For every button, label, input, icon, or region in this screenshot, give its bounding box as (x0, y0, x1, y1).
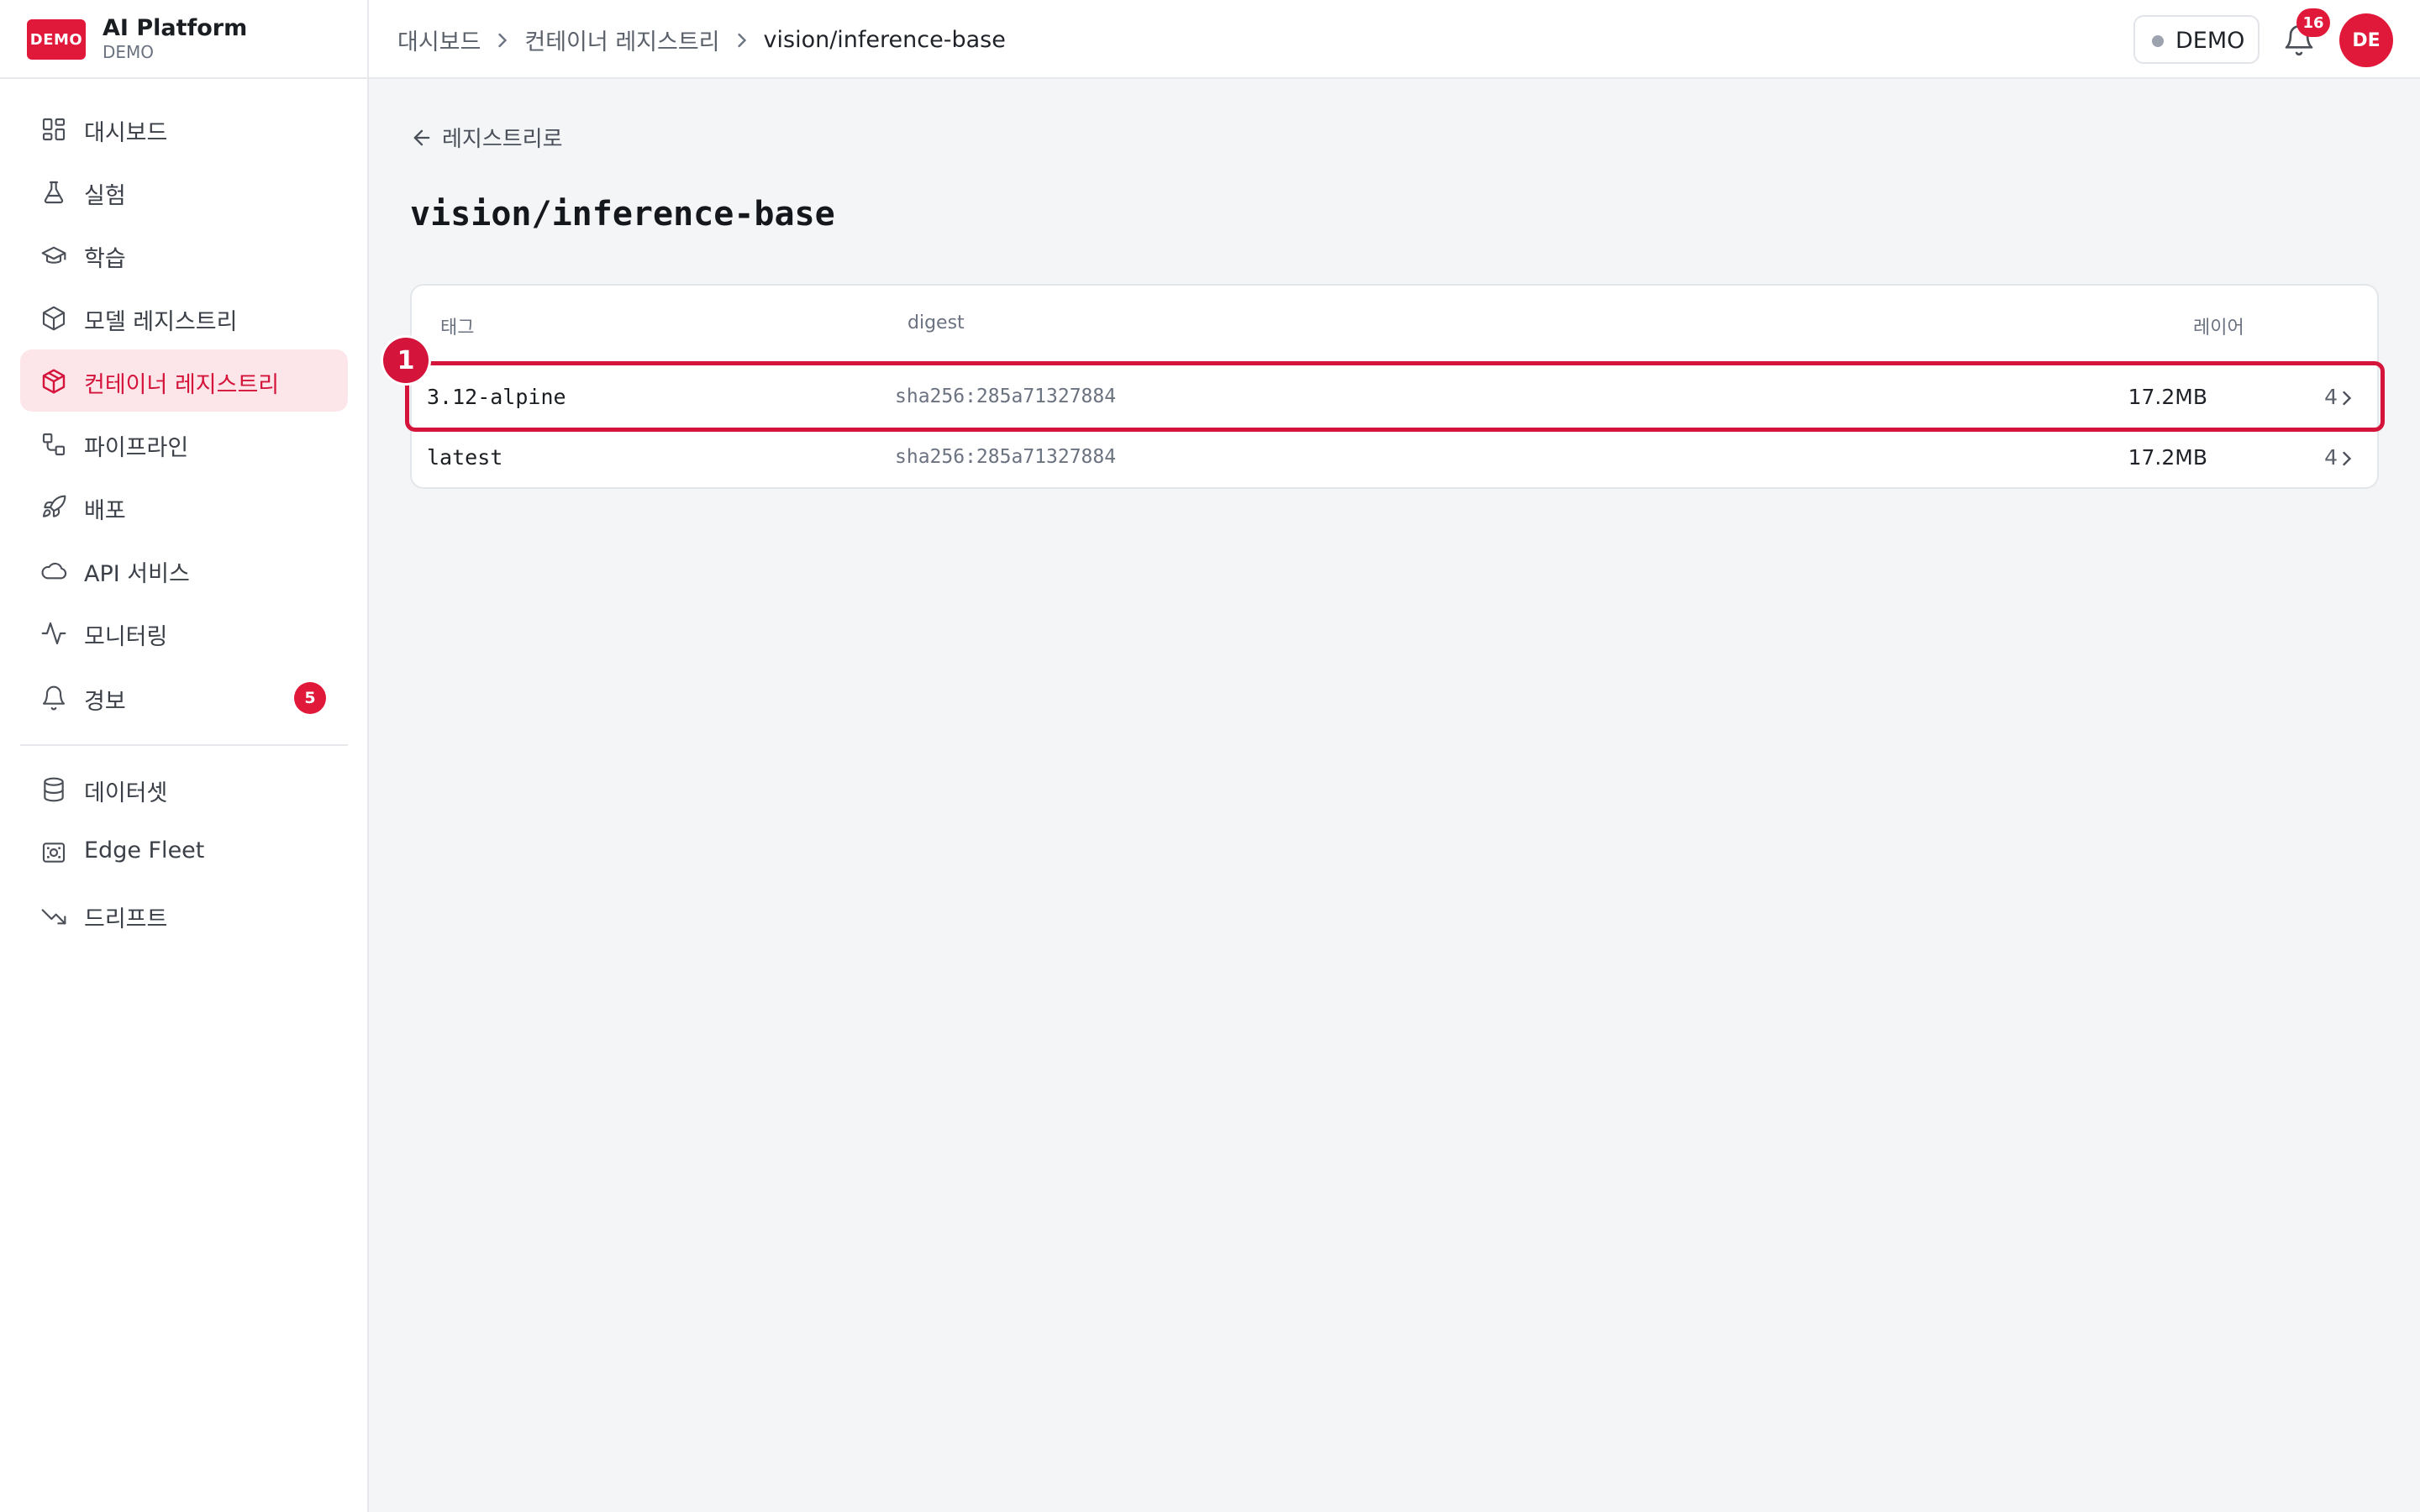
sidebar-item-label: 학습 (84, 246, 126, 272)
sidebar-item-experiments[interactable]: 실험 (20, 160, 348, 223)
sidebar-item-deploy[interactable]: 배포 (20, 475, 348, 538)
breadcrumb-current: vision/inference-base (763, 27, 1006, 53)
breadcrumb-dashboard[interactable]: 대시보드 (397, 24, 481, 56)
row-size: 17.2MB (2128, 445, 2207, 470)
row-tag: 3.12-alpine (427, 385, 566, 409)
brand-subtitle: DEMO (103, 42, 155, 62)
sidebar-item-label: 배포 (84, 498, 126, 524)
sidebar-divider (20, 744, 348, 746)
sidebar-item-label: 모델 레지스트리 (84, 309, 238, 335)
flask-icon (40, 179, 67, 206)
sidebar-item-label: 데이터셋 (84, 780, 168, 806)
chevron-right-icon[interactable] (2335, 447, 2359, 470)
back-link-label: 레지스트리로 (442, 127, 563, 152)
sidebar-item-drift[interactable]: 드리프트 (20, 884, 348, 946)
sidebar-item-label: 모니터링 (84, 624, 168, 650)
chevron-right-icon (491, 29, 514, 52)
environment-label: DEMO (2175, 28, 2245, 54)
container-box-icon (40, 368, 67, 395)
sidebar-item-dashboard[interactable]: 대시보드 (20, 97, 348, 160)
row-size: 17.2MB (2128, 385, 2207, 409)
row-digest: sha256:285a71327884 (895, 386, 1117, 407)
row-digest: sha256:285a71327884 (895, 446, 1117, 468)
sidebar-item-label: 경보 (84, 689, 126, 715)
sidebar-item-label: Edge Fleet (84, 837, 205, 864)
sidebar-item-label: 드리프트 (84, 906, 168, 932)
sidebar-item-label: 컨테이너 레지스트리 (84, 372, 280, 398)
activity-icon (40, 620, 67, 647)
notification-count-badge: 16 (2296, 8, 2330, 37)
sidebar-item-label: 파이프라인 (84, 435, 189, 461)
brand-name: AI Platform (103, 15, 248, 41)
sidebar-item-model-registry[interactable]: 모델 레지스트리 (20, 286, 348, 349)
sidebar-item-api-service[interactable]: API 서비스 (20, 538, 348, 601)
sidebar: DEMO AI Platform DEMO 대시보드 실험 학습 모델 레지스트… (0, 0, 369, 1512)
sidebar-item-pipeline[interactable]: 파이프라인 (20, 412, 348, 475)
brand-logo[interactable]: DEMO (27, 19, 86, 60)
box-icon (40, 305, 67, 332)
user-avatar[interactable]: DE (2339, 13, 2393, 67)
workflow-icon (40, 431, 67, 458)
breadcrumb-container-registry[interactable]: 컨테이너 레지스트리 (524, 24, 719, 56)
table-row[interactable]: latest sha256:285a71327884 4 17.2MB (412, 428, 2377, 489)
chevron-right-icon (730, 29, 754, 52)
database-icon (40, 776, 67, 803)
back-to-registry-link[interactable]: 레지스트리로 (410, 122, 563, 153)
environment-status-dot (2152, 35, 2164, 47)
sidebar-item-edge-fleet[interactable]: Edge Fleet (20, 821, 348, 883)
table-row[interactable]: 3.12-alpine sha256:285a71327884 4 17.2MB (412, 368, 2377, 428)
chevron-right-icon[interactable] (2335, 386, 2359, 410)
cloud-icon (40, 557, 67, 584)
sidebar-item-label: 대시보드 (84, 120, 168, 146)
graduation-cap-icon (40, 242, 67, 269)
tags-table: 태그 digest 레이어 크기 3.12-alpine sha256:285a… (410, 284, 2379, 489)
bell-icon (40, 685, 67, 711)
rocket-icon (40, 494, 67, 521)
sidebar-item-alerts[interactable]: 경보 5 (20, 666, 348, 728)
brand: DEMO AI Platform DEMO (0, 0, 367, 79)
column-header-digest: digest (908, 312, 965, 333)
environment-selector[interactable]: DEMO (2133, 15, 2260, 64)
sidebar-item-container-registry[interactable]: 컨테이너 레지스트리 (20, 349, 348, 412)
sidebar-item-monitoring[interactable]: 모니터링 (20, 601, 348, 664)
trending-down-icon (40, 902, 67, 929)
sidebar-item-datasets[interactable]: 데이터셋 (20, 758, 348, 820)
sidebar-item-training[interactable]: 학습 (20, 223, 348, 286)
step-marker: 1 (383, 338, 429, 383)
sidebar-item-label: 실험 (84, 183, 126, 209)
column-header-size: 크기 (2161, 312, 2420, 339)
alerts-count-badge: 5 (294, 682, 326, 714)
edge-device-icon (40, 839, 67, 866)
dashboard-icon (40, 116, 67, 143)
top-header: 대시보드 컨테이너 레지스트리 vision/inference-base DE… (369, 0, 2420, 79)
breadcrumb: 대시보드 컨테이너 레지스트리 vision/inference-base (397, 24, 1006, 56)
arrow-left-icon (410, 126, 434, 150)
row-tag: latest (427, 445, 503, 470)
column-header-tag: 태그 (440, 318, 475, 339)
sidebar-item-label: API 서비스 (84, 561, 190, 587)
page-title: vision/inference-base (410, 195, 835, 234)
